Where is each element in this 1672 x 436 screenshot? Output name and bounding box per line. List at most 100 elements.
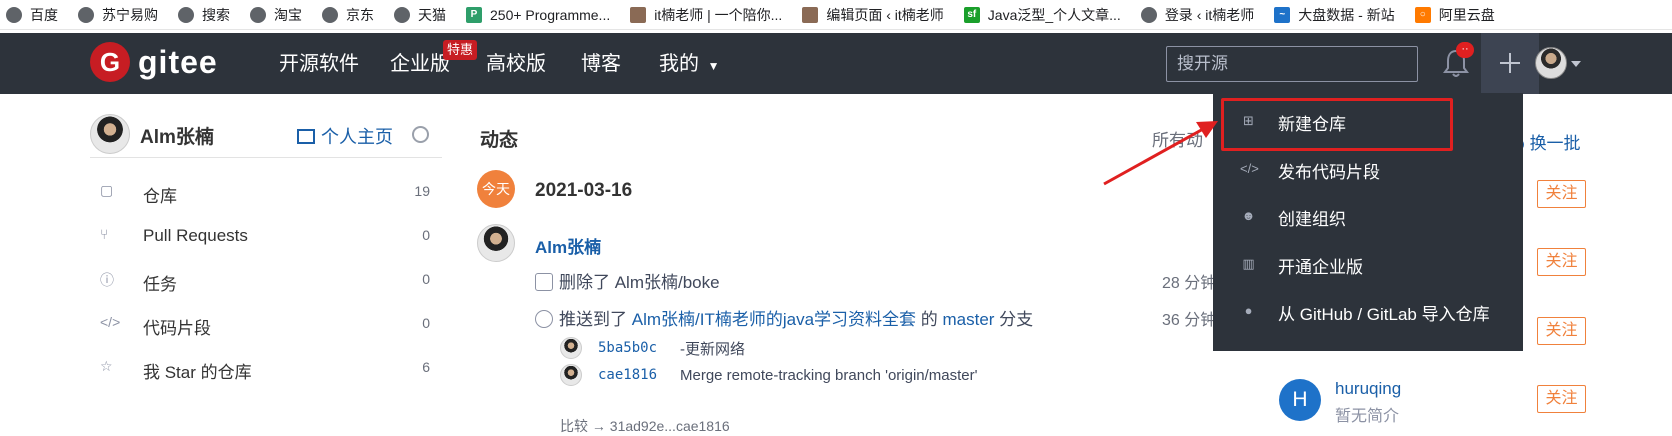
globe-icon (250, 6, 266, 23)
bookmark-item[interactable]: 登录 ‹ it楠老师 (1140, 5, 1254, 25)
bookmark-label: 搜索 (202, 6, 230, 23)
activity-text: 推送到了 (559, 310, 632, 329)
github-icon: ● (1244, 303, 1253, 318)
refresh-label: 换一批 (1529, 134, 1581, 153)
issue-icon: ⓘ (100, 272, 114, 288)
sidebar-item[interactable]: ☆ 我 Star 的仓库 6 (90, 346, 442, 390)
recommended-user-name[interactable]: huruqing (1335, 379, 1401, 399)
dropdown-item[interactable]: </> 发布代码片段 (1213, 145, 1523, 193)
bookmark-item[interactable]: 苏宁易购 (78, 5, 158, 25)
chart-icon: ~ (1274, 6, 1291, 23)
feed-filter[interactable]: 所有动 (1152, 126, 1203, 151)
search-input[interactable]: 搜开源 (1166, 46, 1418, 82)
dropdown-item[interactable]: ☻ 创建组织 (1213, 192, 1523, 240)
bookmark-label: 苏宁易购 (102, 6, 158, 23)
sidebar-item[interactable]: ▢ 仓库 19 (90, 170, 442, 214)
sidebar-user: Alm张楠 个人主页 (90, 114, 442, 158)
globe-icon (178, 6, 194, 23)
activity-time: 36 分钟 (1162, 312, 1217, 329)
personal-home-link[interactable]: 个人主页 (297, 123, 393, 149)
commit-sha[interactable]: 5ba5b0c (598, 340, 680, 356)
sidebar-item[interactable]: </> 代码片段 0 (90, 302, 442, 346)
user-avatar[interactable] (1535, 47, 1567, 79)
sidebar-item[interactable]: ⑂ Pull Requests 0 (90, 214, 442, 258)
bookmark-item[interactable]: 淘宝 (250, 5, 302, 25)
bookmark-item[interactable]: 编辑页面 ‹ it楠老师 (802, 5, 944, 25)
feed-user-link[interactable]: Alm张楠 (535, 233, 601, 258)
follow-button[interactable]: 关注 (1537, 180, 1586, 208)
activity-delete: 删除了 Alm张楠/boke (535, 268, 720, 293)
bookmark-item[interactable]: 搜索 (178, 5, 230, 25)
follow-button[interactable]: 关注 (1537, 385, 1586, 413)
bookmark-item[interactable]: P 250+ Programme... (466, 6, 610, 23)
follow-button[interactable]: 关注 (1537, 317, 1586, 345)
activity-time: 28 分钟 (1162, 275, 1217, 292)
nav-mine-label: 我的 (659, 53, 699, 75)
avatar[interactable] (90, 114, 130, 154)
sidebar-item[interactable]: ⓘ 任务 0 (90, 258, 442, 302)
dropdown-item[interactable]: ● 从 GitHub / GitLab 导入仓库 (1213, 287, 1523, 335)
bookmark-item[interactable]: ○ 阿里云盘 (1414, 5, 1495, 25)
bookmark-label: 阿里云盘 (1438, 6, 1495, 23)
gitee-logo-text: gitee (138, 43, 218, 80)
avatar-icon (630, 6, 647, 23)
dropdown-item-label: 开通企业版 (1278, 257, 1363, 277)
recommended-user-avatar[interactable]: H (1279, 379, 1321, 421)
bookmark-item[interactable]: it楠老师 | 一个陪你... (630, 5, 782, 25)
commit-message: -更新网络 (680, 340, 745, 358)
compare-link[interactable]: 比较 → 31ad92e...cae1816 (560, 416, 730, 436)
bookmark-item[interactable]: 京东 (322, 5, 374, 25)
sidebar-menu: ▢ 仓库 19 ⑂ Pull Requests 0 ⓘ 任务 0 </> 代码片段 0 ☆ 我 Star … (90, 170, 442, 390)
top-header: G gitee 开源软件 企业版 特惠 高校版 博客 我的 ▼ 搜开源 ·· (0, 33, 1672, 94)
create-plus-button[interactable] (1481, 33, 1539, 94)
bookmark-label: it楠老师 | 一个陪你... (654, 6, 783, 23)
avatar[interactable] (560, 364, 582, 386)
commit-row: cae1816 Merge remote-tracking branch 'or… (560, 364, 978, 386)
bookmark-item[interactable]: 天猫 (394, 5, 446, 25)
bookmark-label: 编辑页面 ‹ it楠老师 (826, 6, 944, 23)
sidebar-item-count: 6 (422, 359, 430, 375)
gitee-logo-icon: G (90, 42, 130, 82)
personal-home-label: 个人主页 (321, 127, 393, 147)
dropdown-item[interactable]: ▥ 开通企业版 (1213, 240, 1523, 288)
avatar[interactable] (477, 224, 515, 262)
bookmark-label: 淘宝 (274, 6, 302, 23)
trash-icon (535, 273, 553, 291)
sidebar-item-count: 0 (422, 315, 430, 331)
chevron-down-icon[interactable] (1571, 61, 1581, 67)
bookmark-label: 百度 (30, 6, 58, 23)
nav-university[interactable]: 高校版 (486, 33, 546, 94)
bookmark-item[interactable]: sf Java泛型_个人文章... (963, 5, 1121, 25)
code-icon: </> (1240, 160, 1259, 176)
sidebar-item-label: 仓库 (143, 187, 177, 206)
activity-push: 推送到了 Alm张楠/IT楠老师的java学习资料全套 的 master 分支 (535, 305, 1033, 330)
globe-icon (322, 6, 338, 23)
sidebar-item-count: 0 (422, 271, 430, 287)
star-icon: ☆ (100, 358, 113, 374)
commit-message: Merge remote-tracking branch 'origin/mas… (680, 366, 978, 384)
nav-mine[interactable]: 我的 ▼ (659, 33, 719, 94)
bookmark-item[interactable]: ~ 大盘数据 - 新站 (1274, 5, 1395, 25)
bookmark-label: 大盘数据 - 新站 (1298, 6, 1395, 23)
gear-icon[interactable] (412, 126, 429, 143)
gitee-logo[interactable]: G gitee (90, 42, 218, 82)
commit-sha[interactable]: cae1816 (598, 367, 680, 383)
chevron-down-icon: ▼ (707, 59, 720, 73)
dropdown-item-label: 发布代码片段 (1278, 162, 1380, 182)
sidebar-item-count: 19 (414, 183, 430, 199)
nav-blog[interactable]: 博客 (581, 33, 621, 94)
cloud-icon: ○ (1414, 6, 1431, 23)
branch-link[interactable]: master (942, 310, 994, 329)
activity-text: 分支 (994, 310, 1034, 329)
repo-link[interactable]: Alm张楠/IT楠老师的java学习资料全套 (632, 310, 916, 329)
nav-enterprise[interactable]: 企业版 (390, 33, 450, 94)
follow-button[interactable]: 关注 (1537, 248, 1586, 276)
sidebar-item-label: 代码片段 (143, 319, 211, 338)
bookmark-item[interactable]: 百度 (6, 5, 58, 25)
sidebar-user-name[interactable]: Alm张楠 (140, 122, 214, 149)
avatar[interactable] (560, 337, 582, 359)
commit-row: 5ba5b0c -更新网络 (560, 337, 745, 359)
profile-card-icon (297, 128, 315, 144)
nav-open-source[interactable]: 开源软件 (279, 33, 359, 94)
sidebar-item-label: 任务 (143, 275, 177, 294)
